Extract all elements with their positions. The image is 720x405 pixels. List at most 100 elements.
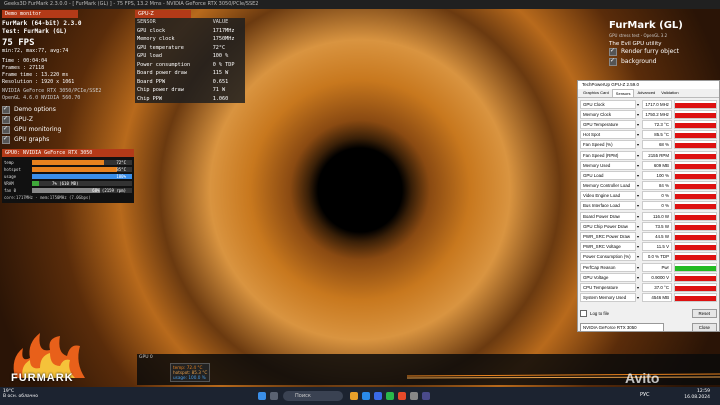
sensor-row: Fan Speed (%) ▾ 68 % [580, 140, 717, 150]
sensor-name: Power consumption [137, 61, 191, 68]
bar-vram: VRAM 7% (610 MB) [4, 180, 132, 187]
chevron-down-icon[interactable]: ▾ [636, 192, 640, 199]
sensor-graph-fill [675, 285, 716, 291]
demo-monitor-header[interactable]: Demo monitor [2, 10, 78, 18]
file-explorer-icon[interactable] [350, 392, 358, 400]
chevron-down-icon[interactable]: ▾ [636, 223, 640, 230]
chevron-down-icon[interactable]: ▾ [636, 264, 640, 271]
sensor-graph [674, 293, 717, 303]
edge-icon[interactable] [362, 392, 370, 400]
option-gpu-monitoring[interactable]: GPU monitoring [2, 124, 134, 135]
sensor-value: 0 % [642, 191, 672, 201]
chevron-down-icon[interactable]: ▾ [636, 213, 640, 220]
sensor-value: 44.5 W [642, 232, 672, 242]
chevron-down-icon[interactable]: ▾ [636, 111, 640, 118]
furmark-taskbar-icon[interactable] [398, 392, 406, 400]
sensor-label: GPU Voltage [580, 272, 636, 282]
option-demo-options[interactable]: Demo options [2, 104, 134, 115]
sensor-row: CPU Temperature ▾ 37.0 °C [580, 282, 717, 292]
start-icon[interactable] [258, 392, 266, 400]
sensor-graph-fill [675, 163, 716, 169]
furmark-panel: FurMark (GL) GPU stress test - OpenGL 3.… [609, 20, 683, 67]
fps-minmax: min:72, max:77, avg:74 [2, 48, 69, 54]
chevron-down-icon[interactable]: ▾ [636, 274, 640, 281]
sensor-label: CPU Temperature [580, 282, 636, 292]
checkbox-icon[interactable] [2, 114, 10, 124]
search-box[interactable]: Поиск [283, 391, 343, 401]
sensor-value: 0.0 % TDP [642, 252, 672, 262]
sensor-value: 609 MB [642, 160, 672, 170]
col-sensor: SENSOR [137, 19, 156, 26]
log-checkbox[interactable] [580, 310, 587, 317]
checkbox-icon[interactable] [2, 124, 10, 134]
tab-sensors[interactable]: Sensors [611, 89, 635, 97]
chevron-down-icon[interactable]: ▾ [636, 233, 640, 240]
tab-graphics-card[interactable]: Graphics Card [580, 89, 612, 97]
device-select[interactable]: NVIDIA GeForce RTX 3050 [580, 323, 664, 332]
sensor-value: 1750MHz [212, 36, 235, 43]
tab-advanced[interactable]: Advanced [634, 89, 658, 97]
sensor-graph-fill [675, 133, 716, 139]
bar-usage: usage 100% [4, 173, 132, 180]
sensor-graph [674, 252, 717, 262]
sensor-label: PerfCap Reason [580, 262, 636, 272]
option-background[interactable]: background [609, 56, 683, 67]
chevron-down-icon[interactable]: ▾ [636, 172, 640, 179]
store-icon[interactable] [374, 392, 382, 400]
reset-button[interactable]: Reset [691, 309, 717, 318]
chevron-down-icon[interactable]: ▾ [636, 101, 640, 108]
bar-fan: fan 0 68% (2159 rpm) [4, 187, 132, 194]
close-button[interactable]: Close [691, 323, 717, 332]
checkbox-icon[interactable] [2, 134, 10, 144]
fps-value: 75 FPS [2, 38, 35, 48]
clock[interactable]: 12:59 16.08.2024 [684, 389, 710, 401]
sensor-graph [674, 119, 717, 129]
option-gpu-graphs[interactable]: GPU graphs [2, 134, 134, 145]
gpuz-header[interactable]: GPU-Z [135, 10, 191, 18]
tab-validation[interactable]: Validation [658, 89, 681, 97]
gpuz-row: Chip power draw 71 W [135, 86, 245, 95]
sensor-graph-fill [675, 173, 716, 179]
chevron-down-icon[interactable]: ▾ [636, 243, 640, 250]
widgets-icon[interactable] [270, 392, 278, 400]
sensor-label: Board Power Draw [580, 211, 636, 221]
sensor-row: PerfCap Reason ▾ Pwr [580, 262, 717, 272]
chevron-down-icon[interactable]: ▾ [636, 284, 640, 291]
checkbox-icon[interactable] [2, 104, 10, 114]
language-indicator[interactable]: РУС [640, 392, 650, 398]
gpuz-row: GPU clock 1717MHz [135, 27, 245, 36]
chevron-down-icon[interactable]: ▾ [636, 152, 640, 159]
app-icon[interactable] [386, 392, 394, 400]
chevron-down-icon[interactable]: ▾ [636, 182, 640, 189]
option-render-furry[interactable]: Render furry object [609, 46, 683, 57]
sensor-graph [674, 130, 717, 140]
sensor-list: GPU Clock ▾ 1717.0 MHz Memory Clock ▾ 1750.2 … [578, 99, 719, 303]
checkbox-icon[interactable] [609, 46, 617, 56]
option-gpu-z[interactable]: GPU-Z [2, 114, 134, 125]
sensor-name: GPU load [137, 53, 162, 60]
sensor-graph-fill [675, 184, 716, 190]
sensor-graph [674, 242, 717, 252]
sensor-value: 37.0 °C [642, 282, 672, 292]
chevron-down-icon[interactable]: ▾ [636, 162, 640, 169]
sensor-graph-fill [675, 265, 716, 271]
checkbox-icon[interactable] [609, 56, 617, 66]
gpuz-taskbar-icon[interactable] [410, 392, 418, 400]
sensor-graph [674, 140, 717, 150]
chevron-down-icon[interactable]: ▾ [636, 141, 640, 148]
sensor-name: GPU clock [137, 27, 166, 34]
chevron-down-icon[interactable]: ▾ [636, 121, 640, 128]
app-icon-2[interactable] [422, 392, 430, 400]
sensor-graph-fill [675, 214, 716, 220]
log-label: Log to file [590, 311, 610, 316]
weather-widget[interactable]: 19°C В осн. облачно [3, 389, 38, 399]
resolution-row: Resolution : 1920 x 1061 [2, 79, 75, 85]
sensor-label: PWR_SRC Power Draw [580, 232, 636, 242]
chevron-down-icon[interactable]: ▾ [636, 294, 640, 301]
chevron-down-icon[interactable]: ▾ [636, 253, 640, 260]
sensor-row: PWR_SRC Voltage ▾ 11.5 V [580, 242, 717, 252]
chevron-down-icon[interactable]: ▾ [636, 131, 640, 138]
gpuz-bottom: Log to file Reset NVIDIA GeForce RTX 305… [580, 309, 717, 332]
gpuz-row: GPU load 100 % [135, 52, 245, 61]
chevron-down-icon[interactable]: ▾ [636, 202, 640, 209]
